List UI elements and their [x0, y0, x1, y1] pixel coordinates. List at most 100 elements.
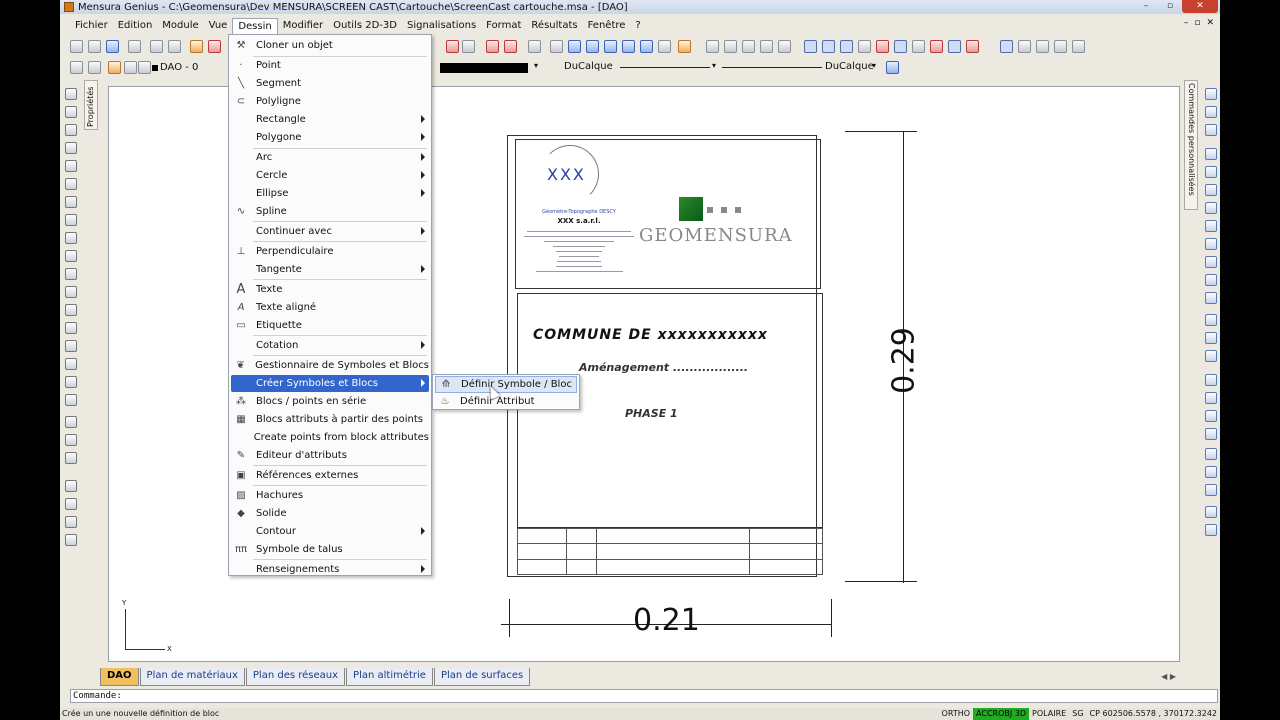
menu-item-spline[interactable]: ∿ Spline: [231, 203, 429, 220]
menu-item-rectangle[interactable]: Rectangle: [231, 111, 429, 128]
regen-icon[interactable]: [658, 40, 671, 53]
submenu-item-definir-attribut[interactable]: ♨ Définir Attribut: [435, 393, 577, 410]
zoom-window-icon[interactable]: [604, 40, 617, 53]
menu-item-cloner[interactable]: ⚒ Cloner un objet: [231, 37, 429, 54]
menu-item-editeur-attributs[interactable]: ✎ Editeur d'attributs: [231, 447, 429, 464]
menu-item-segment[interactable]: ╲ Segment: [231, 75, 429, 92]
doc-restore-button[interactable]: ▫: [1194, 18, 1200, 28]
open-file-icon[interactable]: [88, 40, 101, 53]
image-tool-icon[interactable]: [65, 516, 77, 528]
solid-tool-icon[interactable]: [65, 376, 77, 388]
snap-node-icon[interactable]: [876, 40, 889, 53]
arc-tool-icon[interactable]: [65, 196, 77, 208]
paste-icon[interactable]: [190, 40, 203, 53]
accrobj-toggle[interactable]: ACCROBJ 3D: [973, 708, 1030, 720]
menu-item-etiquette[interactable]: ▭ Etiquette: [231, 317, 429, 334]
snap-quadrant-icon[interactable]: [822, 40, 835, 53]
menu-item-gestionnaire-symboles[interactable]: ❦ Gestionnaire de Symboles et Blocs: [231, 357, 429, 374]
snap-parallel-icon[interactable]: [948, 40, 961, 53]
color-select[interactable]: [440, 63, 528, 73]
layer-lock-icon[interactable]: [138, 61, 151, 74]
xref-tool-icon[interactable]: [65, 452, 77, 464]
sg-toggle[interactable]: SG: [1069, 708, 1086, 720]
menu-item-point[interactable]: · Point: [231, 57, 429, 74]
block-insert-tool-icon[interactable]: [65, 416, 77, 428]
menu-item-hachures[interactable]: ▨ Hachures: [231, 487, 429, 504]
menu-item-polygone[interactable]: Polygone: [231, 129, 429, 146]
snap-center-icon[interactable]: [804, 40, 817, 53]
snap-endpoint-icon[interactable]: [706, 40, 719, 53]
menu-item-polyligne[interactable]: ⊂ Polyligne: [231, 93, 429, 110]
hatch-edit-tool-icon[interactable]: [1205, 484, 1217, 496]
snap-nearest-icon[interactable]: [912, 40, 925, 53]
spline-tool-icon[interactable]: [65, 232, 77, 244]
stretch-tool-icon[interactable]: [1205, 374, 1217, 386]
rectangle-tool-icon[interactable]: [65, 160, 77, 172]
snap-perpendicular-icon[interactable]: [858, 40, 871, 53]
menu-fichier[interactable]: Fichier: [70, 18, 113, 34]
table-tool-icon[interactable]: [65, 498, 77, 510]
zoom-icon[interactable]: [550, 40, 563, 53]
note-tool-icon[interactable]: [65, 534, 77, 546]
menu-item-cercle[interactable]: Cercle: [231, 167, 429, 184]
layer-manager-icon[interactable]: [70, 61, 83, 74]
snap-settings-icon[interactable]: [1000, 40, 1013, 53]
copy-tool-icon[interactable]: [1205, 106, 1217, 118]
zoom-out-icon[interactable]: [586, 40, 599, 53]
aligned-text-tool-icon[interactable]: [65, 268, 77, 280]
zoom-previous-icon[interactable]: [640, 40, 653, 53]
snap-midpoint-icon[interactable]: [724, 40, 737, 53]
zoom-in-icon[interactable]: [568, 40, 581, 53]
delete-tool-icon[interactable]: [1205, 220, 1217, 232]
menu-item-symbole-talus[interactable]: ππ Symbole de talus: [231, 541, 429, 558]
layer-properties-icon[interactable]: [88, 61, 101, 74]
pan-icon[interactable]: [528, 40, 541, 53]
lineweight-select[interactable]: DuCalque: [825, 61, 874, 72]
measure-icon[interactable]: [678, 40, 691, 53]
select-tool-icon[interactable]: [65, 88, 77, 100]
view-2d-icon[interactable]: [446, 40, 459, 53]
attribute-tool-icon[interactable]: [65, 434, 77, 446]
snap-tangent-icon[interactable]: [840, 40, 853, 53]
mirror-tool-icon[interactable]: [1205, 184, 1217, 196]
text-tool-icon[interactable]: [65, 250, 77, 262]
close-button[interactable]: ✕: [1182, 0, 1218, 13]
extend-tool-icon[interactable]: [1205, 274, 1217, 286]
menu-modifier[interactable]: Modifier: [278, 18, 328, 34]
maximize-button[interactable]: ▫: [1158, 0, 1182, 13]
copy-icon[interactable]: [128, 40, 141, 53]
snap-circle-icon[interactable]: [966, 40, 979, 53]
submenu-item-definir-bloc[interactable]: ⟰ Définir Symbole / Bloc: [435, 376, 577, 393]
tab-scroll-arrows-icon[interactable]: ◀ ▶: [1161, 672, 1176, 681]
chamfer-tool-icon[interactable]: [1205, 332, 1217, 344]
cut-icon[interactable]: [208, 40, 221, 53]
menu-help[interactable]: ?: [630, 18, 645, 34]
lengthen-tool-icon[interactable]: [1205, 392, 1217, 404]
edit-text-tool-icon[interactable]: [1205, 448, 1217, 460]
tab-plan-materiaux[interactable]: Plan de matériaux: [139, 668, 245, 686]
save-icon[interactable]: [106, 40, 119, 53]
fillet-tool-icon[interactable]: [1205, 350, 1217, 362]
properties-edit-tool-icon[interactable]: [1205, 506, 1217, 518]
menu-resultats[interactable]: Résultats: [526, 18, 582, 34]
tab-plan-surfaces[interactable]: Plan de surfaces: [433, 668, 531, 686]
menu-item-perpendiculaire[interactable]: ⊥ Perpendiculaire: [231, 243, 429, 260]
symbol-tool-icon[interactable]: [65, 322, 77, 334]
menu-item-arc[interactable]: Arc: [231, 149, 429, 166]
menu-fenetre[interactable]: Fenêtre: [583, 18, 631, 34]
menu-item-renseignements[interactable]: Renseignements: [231, 561, 429, 578]
menu-item-solide[interactable]: ◆ Solide: [231, 505, 429, 522]
minimize-button[interactable]: –: [1134, 0, 1158, 13]
dimension-tool-icon[interactable]: [65, 286, 77, 298]
print-preview-icon[interactable]: [168, 40, 181, 53]
view-2d-arrows-icon[interactable]: [486, 40, 499, 53]
linetype-select[interactable]: DuCalque: [564, 61, 613, 72]
linetype-dropdown-icon[interactable]: ▾: [712, 61, 716, 70]
circle-tool-icon[interactable]: [65, 178, 77, 190]
tab-dao[interactable]: DAO: [100, 668, 139, 686]
divide-tool-icon[interactable]: [1205, 428, 1217, 440]
offset-tool-icon[interactable]: [1205, 166, 1217, 178]
zoom-tool-icon[interactable]: [65, 480, 77, 492]
lineweight-dropdown-icon[interactable]: ▾: [872, 61, 876, 70]
menu-signalisations[interactable]: Signalisations: [402, 18, 481, 34]
